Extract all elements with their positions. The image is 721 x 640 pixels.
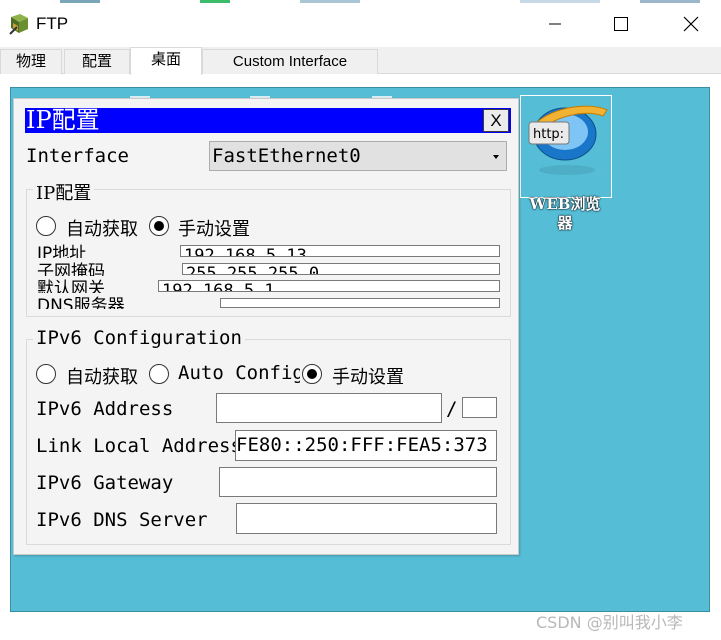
minimize-button[interactable] bbox=[532, 4, 578, 44]
ipv6-static-label: 手动设置 bbox=[332, 367, 404, 388]
prefix-separator: / bbox=[446, 398, 458, 420]
ipv6-address-field[interactable] bbox=[216, 393, 442, 423]
ipv6-legend: IPv6 Configuration bbox=[33, 327, 245, 349]
dns-server-field[interactable] bbox=[220, 298, 500, 308]
ip-config-dialog: IP配置 X Interface FastEthernet0 IP配置 自动获取… bbox=[13, 98, 519, 555]
web-browser-icon: http: bbox=[528, 105, 608, 175]
ipv6-dhcp-radio[interactable] bbox=[36, 364, 56, 384]
ipv6-address-label: IPv6 Address bbox=[36, 398, 174, 420]
tab-custom-interface[interactable]: Custom Interface bbox=[202, 49, 378, 74]
ip-address-label: IP地址 bbox=[37, 244, 87, 258]
tab-physical[interactable]: 物理 bbox=[0, 49, 62, 74]
web-browser-label-line1: WEB浏览 bbox=[529, 195, 601, 213]
close-window-button[interactable] bbox=[668, 4, 714, 44]
window-title: FTP bbox=[36, 14, 69, 33]
default-gateway-field[interactable]: 192.168.5.1 bbox=[158, 280, 500, 292]
tab-config[interactable]: 配置 bbox=[64, 49, 130, 74]
default-gateway-label: 默认网关 bbox=[37, 279, 105, 293]
http-badge: http: bbox=[533, 127, 564, 142]
dialog-close-button[interactable]: X bbox=[483, 109, 509, 132]
packet-tracer-device-icon bbox=[8, 13, 30, 35]
ipv6-dhcp-label: 自动获取 bbox=[66, 367, 138, 388]
maximize-icon bbox=[614, 17, 628, 31]
ipv4-static-radio[interactable] bbox=[149, 216, 169, 236]
interface-select-value: FastEthernet0 bbox=[212, 145, 361, 167]
ipv6-dns-label: IPv6 DNS Server bbox=[36, 509, 208, 531]
ipv6-static-radio[interactable] bbox=[302, 364, 322, 384]
watermark: CSDN @别叫我小李 bbox=[536, 613, 683, 632]
link-local-value: FE80::250:FFF:FEA5:373 bbox=[236, 434, 488, 456]
link-local-label: Link Local Address bbox=[36, 435, 242, 457]
close-icon bbox=[683, 16, 699, 32]
web-browser-label[interactable]: WEB浏览 器 bbox=[510, 195, 620, 233]
ipv4-static-label: 手动设置 bbox=[178, 219, 250, 240]
ipv6-auto-config-label: Auto Config bbox=[178, 362, 300, 384]
minimize-icon bbox=[549, 23, 561, 25]
tab-desktop[interactable]: 桌面 bbox=[130, 47, 202, 75]
web-browser-label-line2: 器 bbox=[557, 214, 573, 232]
chevron-down-icon bbox=[493, 155, 499, 159]
subnet-mask-field[interactable]: 255.255.255.0 bbox=[182, 263, 500, 275]
ipv6-prefix-field[interactable] bbox=[462, 397, 497, 418]
title-bar: FTP bbox=[0, 4, 721, 44]
ipv6-dns-field[interactable] bbox=[236, 503, 497, 534]
maximize-button[interactable] bbox=[598, 4, 644, 44]
ipv6-gateway-label: IPv6 Gateway bbox=[36, 472, 174, 494]
ipv6-auto-config-radio[interactable] bbox=[149, 364, 169, 384]
subnet-mask-label: 子网掩码 bbox=[37, 262, 105, 276]
dns-server-label: DNS服务器 bbox=[37, 296, 125, 309]
ip-address-field[interactable]: 192.168.5.13 bbox=[180, 245, 500, 257]
interface-select[interactable]: FastEthernet0 bbox=[209, 141, 507, 171]
link-local-field[interactable]: FE80::250:FFF:FEA5:373 bbox=[235, 430, 497, 461]
ipv4-dhcp-radio[interactable] bbox=[36, 216, 56, 236]
interface-label: Interface bbox=[26, 145, 129, 167]
ipv4-legend: IP配置 bbox=[33, 179, 95, 205]
web-browser-tile[interactable]: http: bbox=[520, 95, 612, 198]
ipv6-gateway-field[interactable] bbox=[219, 467, 497, 497]
ipv4-dhcp-label: 自动获取 bbox=[66, 219, 138, 240]
tab-bar: 物理 配置 桌面 Custom Interface bbox=[0, 47, 721, 75]
dialog-title: IP配置 bbox=[25, 108, 511, 133]
